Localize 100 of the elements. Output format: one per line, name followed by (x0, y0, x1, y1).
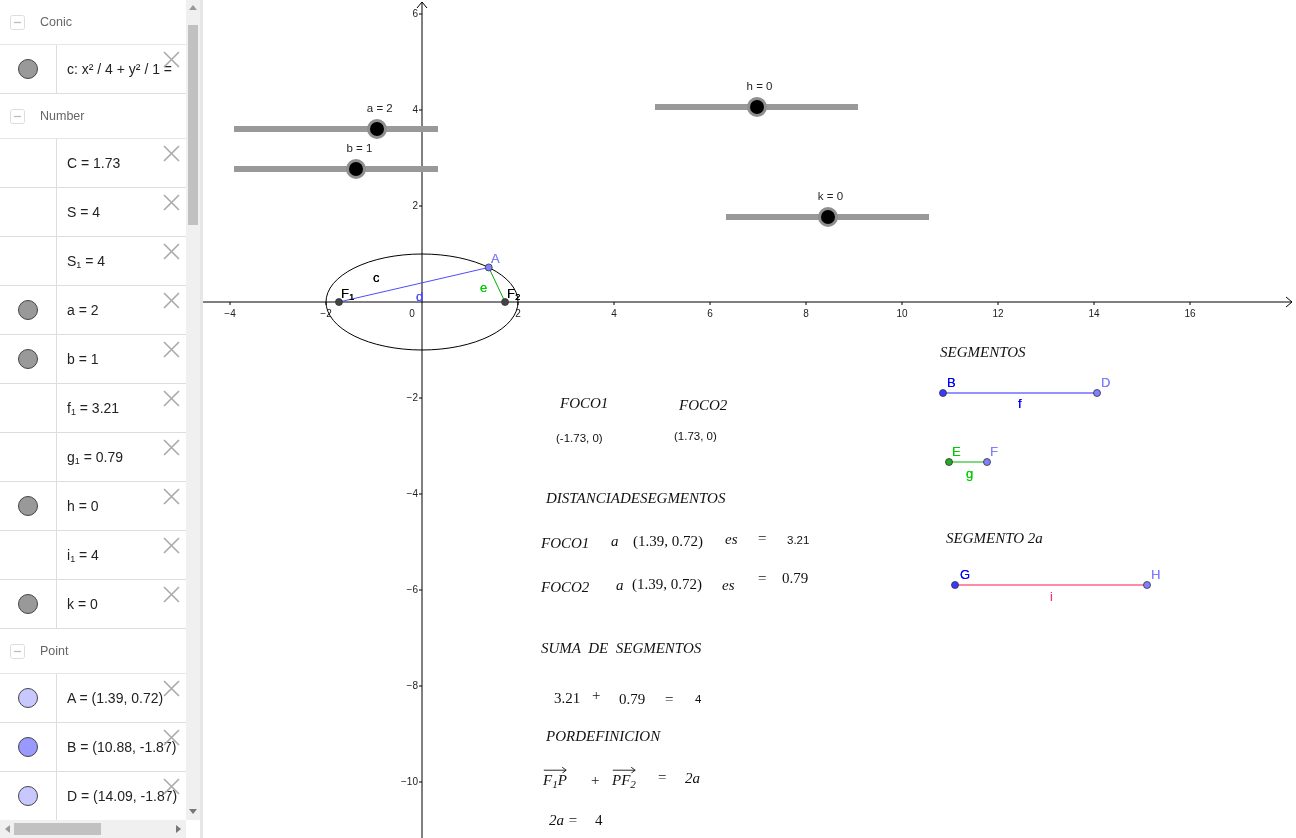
axis-label: −2 (406, 392, 418, 403)
axis-label: 0 (409, 308, 415, 319)
math-text: (-1.73, 0) (556, 431, 603, 445)
object-definition[interactable]: C = 1.73 (57, 139, 121, 187)
axis-label: 6 (412, 8, 418, 19)
collapse-icon[interactable] (10, 14, 25, 30)
math-text: F$_{1}$P (543, 772, 567, 789)
object-definition[interactable]: D = (14.09, -1.87) (57, 772, 178, 820)
slider-label: h = 0 (746, 80, 773, 93)
group-title: Number (40, 107, 85, 125)
group-title: Conic (40, 13, 72, 31)
axis-label: 8 (803, 308, 809, 319)
point (501, 298, 509, 306)
object-label: E (952, 444, 961, 460)
math-text: SEGMENTO 2a (946, 529, 1043, 547)
axis-label: 2 (515, 308, 521, 319)
slider-label: b = 1 (346, 142, 373, 155)
visibility-marble[interactable] (18, 349, 38, 369)
math-text: PORDEFINICION (546, 727, 661, 745)
slider-thumb[interactable] (346, 159, 367, 179)
math-text: es (725, 530, 738, 548)
math-text: = (758, 569, 767, 587)
visibility-marble[interactable] (18, 786, 38, 806)
math-text: (1.73, 0) (674, 429, 717, 443)
math-text: SEGMENTOS (940, 343, 1026, 361)
axis-label: 10 (896, 308, 908, 319)
point (983, 458, 991, 466)
slider-thumb[interactable] (746, 97, 767, 117)
math-text: 3.21 (554, 689, 581, 707)
scrollbar[interactable] (186, 0, 200, 820)
object-definition[interactable]: k = 0 (57, 580, 98, 628)
point (939, 389, 947, 397)
axis-label: 16 (1184, 308, 1196, 319)
axis-label: 2 (412, 200, 418, 211)
slider-label: a = 2 (366, 102, 393, 115)
math-text: FOCO1 (541, 534, 590, 552)
collapse-icon[interactable] (10, 643, 25, 659)
scrollbar-thumb[interactable] (188, 25, 198, 225)
object-definition[interactable]: B = (10.88, -1.87) (57, 723, 177, 771)
math-text: 4 (695, 692, 702, 706)
slider-thumb[interactable] (817, 207, 838, 227)
visibility-marble[interactable] (18, 688, 38, 708)
axis-label: −4 (406, 488, 418, 499)
left-arrow-icon[interactable] (5, 825, 10, 833)
math-text: a (616, 576, 624, 594)
math-text: FOCO2 (679, 396, 728, 414)
math-text: FOCO1 (560, 394, 609, 412)
math-text: = (665, 690, 674, 708)
visibility-marble[interactable] (18, 300, 38, 320)
object-label: i (1050, 589, 1053, 605)
visibility-marble[interactable] (18, 496, 38, 516)
axis-label: −6 (406, 584, 418, 595)
object-label: A (491, 251, 500, 267)
object-label: F$_{1}$ (341, 286, 355, 302)
object-definition[interactable]: i$_{1}$ = 4 (57, 531, 99, 579)
vector-arrow-icon (543, 766, 567, 774)
math-text: + (591, 771, 600, 789)
visibility-marble[interactable] (18, 59, 38, 79)
scrollbar-thumb[interactable] (14, 823, 101, 835)
collapse-icon[interactable] (10, 108, 25, 124)
math-text: PF$_{2}$ (612, 772, 636, 789)
axis-label: 4 (611, 308, 617, 319)
math-text: 2a (685, 769, 700, 787)
object-definition[interactable]: S$_{1}$ = 4 (57, 237, 106, 285)
right-arrow-icon[interactable] (176, 825, 181, 833)
point (945, 458, 953, 466)
object-definition[interactable]: f$_{1}$ = 3.21 (57, 384, 120, 432)
object-label: H (1151, 567, 1161, 583)
visibility-marble[interactable] (18, 737, 38, 757)
math-text: 4 (595, 811, 603, 829)
down-arrow-icon[interactable] (189, 809, 197, 814)
math-text: 2a = (549, 811, 578, 829)
object-label: c (373, 270, 380, 286)
object-definition[interactable]: b = 1 (57, 335, 99, 383)
math-text: (1.39, 0.72) (633, 532, 703, 550)
object-label: g (966, 466, 974, 482)
visibility-marble[interactable] (18, 594, 38, 614)
object-label: B (947, 375, 956, 391)
object-definition[interactable]: A = (1.39, 0.72) (57, 674, 164, 722)
object-definition[interactable]: h = 0 (57, 482, 99, 530)
math-text: 0.79 (782, 569, 809, 587)
axis-label: −10 (401, 776, 418, 787)
axis-label: 12 (992, 308, 1004, 319)
math-text: 3.21 (787, 533, 810, 547)
object-definition[interactable]: g$_{1}$ = 0.79 (57, 433, 123, 481)
object-definition[interactable]: a = 2 (57, 286, 99, 334)
math-text: DISTANCIADESEGMENTOS (546, 489, 726, 507)
math-text: + (592, 686, 601, 704)
axis-label: 4 (412, 104, 418, 115)
group-title: Point (40, 642, 69, 660)
scrollbar[interactable] (0, 820, 186, 838)
object-definition[interactable]: S = 4 (57, 188, 101, 236)
math-text: 0.79 (619, 690, 646, 708)
slider-thumb[interactable] (366, 119, 387, 139)
axis-label: −8 (406, 680, 418, 691)
object-label: F (990, 444, 998, 460)
point (484, 263, 493, 272)
math-text: = (658, 768, 667, 786)
object-label: f (1018, 396, 1022, 412)
up-arrow-icon[interactable] (189, 5, 197, 10)
